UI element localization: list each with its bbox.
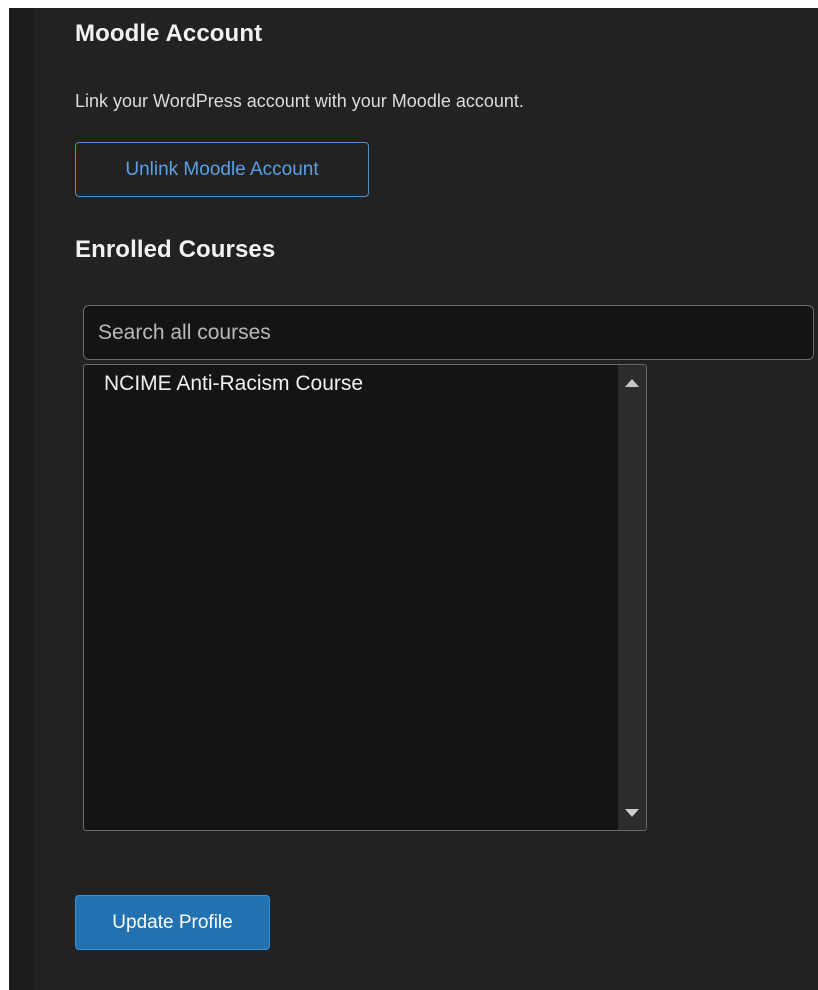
scroll-up-arrow-icon[interactable] <box>625 379 639 387</box>
left-sidebar-rail <box>9 8 34 990</box>
enrolled-courses-heading: Enrolled Courses <box>75 236 276 263</box>
course-search-input[interactable] <box>83 305 814 360</box>
listbox-scrollbar[interactable] <box>618 365 646 830</box>
scroll-down-arrow-icon[interactable] <box>625 809 639 817</box>
course-option[interactable]: NCIME Anti-Racism Course <box>104 372 363 396</box>
moodle-account-heading: Moodle Account <box>75 20 263 47</box>
left-edge <box>0 0 9 990</box>
top-edge <box>0 0 818 8</box>
profile-settings-panel: Moodle Account Link your WordPress accou… <box>34 8 818 990</box>
update-profile-button[interactable]: Update Profile <box>75 895 270 950</box>
unlink-moodle-account-button[interactable]: Unlink Moodle Account <box>75 142 369 197</box>
enrolled-courses-listbox[interactable]: NCIME Anti-Racism Course <box>83 364 647 831</box>
moodle-account-description: Link your WordPress account with your Mo… <box>75 91 524 111</box>
